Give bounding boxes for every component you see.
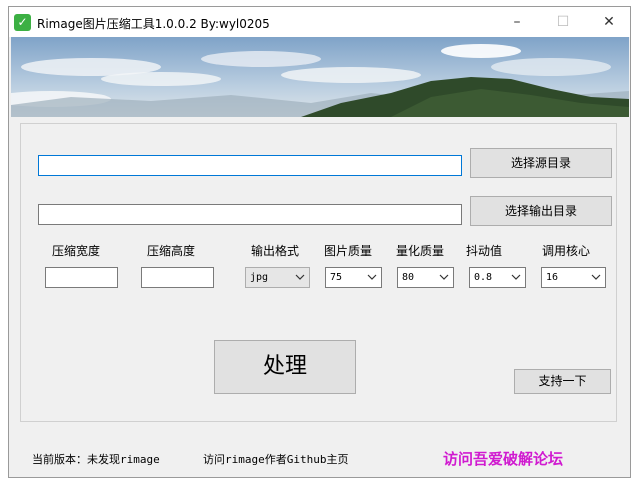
- checkmark-icon: ✓: [14, 14, 31, 31]
- cores-value: 16: [546, 272, 559, 283]
- maximize-button[interactable]: ☐: [540, 7, 586, 37]
- quality-label: 图片质量: [324, 244, 373, 258]
- forum-link[interactable]: 访问吾爱破解论坛: [443, 448, 563, 469]
- width-input[interactable]: [45, 267, 118, 288]
- chevron-down-icon: [367, 274, 377, 280]
- banner-image: [11, 37, 629, 117]
- chevron-down-icon: [295, 274, 305, 280]
- minimize-button[interactable]: –: [494, 7, 540, 37]
- chevron-down-icon: [439, 274, 449, 280]
- app-window: ✓ Rimage图片压缩工具1.0.0.2 By:wyl0205 – ☐ ✕ 选…: [8, 6, 631, 478]
- width-label: 压缩宽度: [52, 244, 101, 258]
- quantize-label: 量化质量: [396, 244, 445, 258]
- process-button[interactable]: 处理: [214, 340, 356, 394]
- window-title: Rimage图片压缩工具1.0.0.2 By:wyl0205: [37, 17, 270, 31]
- mountain-landscape-image: [11, 37, 629, 117]
- height-input[interactable]: [141, 267, 214, 288]
- chevron-down-icon: [591, 274, 601, 280]
- quality-value: 75: [330, 272, 343, 283]
- output-dir-input[interactable]: [38, 204, 462, 225]
- dither-select[interactable]: 0.8: [469, 267, 526, 288]
- support-button[interactable]: 支持一下: [514, 369, 611, 394]
- close-button[interactable]: ✕: [586, 7, 630, 37]
- dither-label: 抖动值: [466, 244, 503, 258]
- main-panel: 选择源目录 选择输出目录 压缩宽度 压缩高度 输出格式 图片质量 量化质量 抖动…: [20, 123, 617, 422]
- format-value: jpg: [250, 272, 269, 283]
- github-link[interactable]: 访问rimage作者Github主页: [203, 451, 348, 467]
- quantize-select[interactable]: 80: [397, 267, 454, 288]
- cores-label: 调用核心: [542, 244, 591, 258]
- dither-value: 0.8: [474, 272, 493, 283]
- quantize-value: 80: [402, 272, 415, 283]
- select-source-button[interactable]: 选择源目录: [470, 148, 612, 178]
- format-select[interactable]: jpg: [245, 267, 310, 288]
- version-status: 当前版本：未发现rimage: [32, 453, 160, 466]
- title-bar[interactable]: ✓ Rimage图片压缩工具1.0.0.2 By:wyl0205 – ☐ ✕: [9, 7, 630, 37]
- height-label: 压缩高度: [147, 244, 196, 258]
- source-dir-input[interactable]: [38, 155, 462, 176]
- select-output-button[interactable]: 选择输出目录: [470, 196, 612, 226]
- quality-select[interactable]: 75: [325, 267, 382, 288]
- cores-select[interactable]: 16: [541, 267, 606, 288]
- chevron-down-icon: [511, 274, 521, 280]
- format-label: 输出格式: [251, 244, 300, 258]
